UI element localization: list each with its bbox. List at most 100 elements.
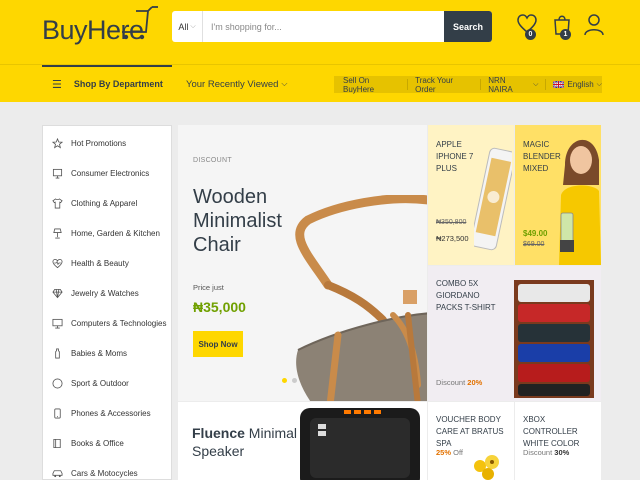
chevron-down-icon: ⌵ bbox=[281, 79, 288, 88]
sidebar-item-consumer-electronics[interactable]: Consumer Electronics bbox=[43, 158, 171, 188]
sell-on-link[interactable]: Sell On BuyHere bbox=[343, 76, 400, 94]
tile-title: Xbox Controller White Color bbox=[523, 415, 580, 448]
woman-with-blender-image bbox=[559, 139, 601, 265]
sidebar-item-label: Phones & Accessories bbox=[71, 408, 151, 418]
currency-dropdown[interactable]: NRN NAIRA ⌵ bbox=[488, 75, 539, 94]
sidebar-item-label: Babies & Moms bbox=[71, 348, 128, 358]
ball-icon bbox=[43, 378, 71, 389]
sidebar-item-label: Sport & Outdoor bbox=[71, 378, 129, 388]
sidebar-item-label: Clothing & Apparel bbox=[71, 198, 138, 208]
search-bar: All⌵ Search bbox=[172, 11, 492, 42]
sidebar-item-home-garden[interactable]: Home, Garden & Kitchen bbox=[43, 218, 171, 248]
carousel-dot[interactable] bbox=[292, 378, 297, 383]
search-button[interactable]: Search bbox=[444, 11, 492, 42]
shop-by-department-button[interactable]: ☰ Shop By Department bbox=[42, 65, 172, 103]
currency-label: NRN NAIRA bbox=[488, 75, 513, 94]
user-account-icon[interactable] bbox=[583, 12, 605, 38]
discount-label: Discount bbox=[523, 448, 553, 457]
topbar-links: Sell On BuyHere Track Your Order NRN NAI… bbox=[334, 75, 602, 94]
tile-discount: Discount 20% bbox=[436, 378, 482, 387]
shirt-icon bbox=[43, 197, 71, 209]
sidebar-item-health-beauty[interactable]: Health & Beauty bbox=[43, 248, 171, 278]
speaker-image bbox=[300, 408, 420, 480]
chevron-down-icon: ⌵ bbox=[533, 80, 539, 88]
sidebar-item-sport[interactable]: Sport & Outdoor bbox=[43, 368, 171, 398]
sidebar-item-label: Consumer Electronics bbox=[71, 168, 150, 178]
recently-viewed-label: Your Recently Viewed bbox=[186, 78, 279, 90]
speaker-title: Fluence Minimal Speaker bbox=[192, 424, 297, 460]
tile-title: Combo 5X Giordano Packs T-Shirt bbox=[436, 279, 496, 312]
sidebar-item-clothing[interactable]: Clothing & Apparel bbox=[43, 188, 171, 218]
tile-discount: 25% Off bbox=[436, 448, 463, 457]
diamond-icon bbox=[43, 288, 71, 299]
header: BuyHere All⌵ Search 0 1 bbox=[0, 0, 640, 64]
flowers-image bbox=[474, 455, 499, 480]
language-label: English bbox=[567, 80, 594, 89]
promo-tile-tshirt[interactable]: Combo 5X Giordano Packs T-Shirt Discount… bbox=[428, 266, 601, 401]
carousel-dot[interactable] bbox=[282, 378, 287, 383]
promo-tile-iphone[interactable]: Apple iPhone 7 Plus ₦350,800 ₦273,500 bbox=[428, 125, 514, 265]
promo-tile-blender[interactable]: Magic Blender Mixed $49.00 $69.00 bbox=[515, 125, 601, 265]
sidebar-item-phones[interactable]: Phones & Accessories bbox=[43, 398, 171, 428]
desktop-icon bbox=[43, 318, 71, 329]
old-price: $69.00 bbox=[523, 241, 545, 248]
promo-tile-xbox[interactable]: Xbox Controller White Color Discount 30% bbox=[515, 402, 601, 480]
sidebar-item-label: Health & Beauty bbox=[71, 258, 129, 268]
sidebar-item-hot-promotions[interactable]: Hot Promotions bbox=[43, 128, 171, 158]
car-icon bbox=[43, 468, 71, 479]
speaker-title-line2: Speaker bbox=[192, 443, 245, 459]
search-input[interactable] bbox=[203, 11, 444, 42]
chevron-down-icon: ⌵ bbox=[596, 80, 602, 88]
promo-tile-voucher[interactable]: Voucher Body Care at Bratus Spa 25% Off bbox=[428, 402, 514, 480]
language-dropdown[interactable]: English ⌵ bbox=[553, 76, 602, 93]
speaker-title-bold: Fluence bbox=[192, 425, 245, 441]
tile-title: Apple iPhone 7 Plus bbox=[436, 140, 474, 173]
tile-discount: Discount 30% bbox=[523, 448, 569, 457]
sidebar-item-books[interactable]: Books & Office bbox=[43, 428, 171, 458]
logo-cart-icon bbox=[122, 6, 158, 40]
discount-value: 20% bbox=[467, 378, 483, 387]
iphone-image bbox=[474, 147, 512, 251]
star-icon bbox=[43, 137, 71, 149]
monitor-icon bbox=[43, 168, 71, 179]
promo-tile-speaker[interactable]: Fluence Minimal Speaker bbox=[178, 402, 427, 480]
discount-label: Discount bbox=[436, 378, 466, 387]
sidebar-item-jewelry[interactable]: Jewelry & Watches bbox=[43, 278, 171, 308]
uk-flag-icon bbox=[553, 81, 565, 88]
bottle-icon bbox=[43, 348, 71, 359]
shop-now-button[interactable]: Shop Now bbox=[193, 331, 243, 357]
hero-price: ₦35,000 bbox=[193, 299, 246, 315]
new-price: $49.00 bbox=[523, 229, 548, 238]
lamp-icon bbox=[43, 228, 71, 239]
phone-icon bbox=[43, 408, 71, 419]
discount-label: Off bbox=[453, 448, 463, 457]
carousel-dots bbox=[282, 378, 297, 383]
cart-count-badge: 1 bbox=[560, 29, 571, 40]
tile-title: Voucher Body Care at Bratus Spa bbox=[436, 415, 504, 448]
department-sidebar: Hot Promotions Consumer Electronics Clot… bbox=[42, 125, 172, 480]
hero-banner[interactable]: DISCOUNT Wooden Minimalist Chair Price j… bbox=[178, 125, 427, 401]
sidebar-item-label: Books & Office bbox=[71, 438, 124, 448]
sidebar-item-label: Computers & Technologies bbox=[71, 318, 167, 328]
new-price: ₦273,500 bbox=[436, 234, 469, 243]
heart-pulse-icon bbox=[43, 258, 71, 269]
navbar: ☰ Shop By Department Your Recently Viewe… bbox=[0, 64, 640, 102]
hero-price-prefix: Price just bbox=[193, 283, 224, 292]
sidebar-item-label: Jewelry & Watches bbox=[71, 288, 139, 298]
sidebar-item-cars[interactable]: Cars & Motocycles bbox=[43, 458, 171, 479]
discount-badge: DISCOUNT bbox=[193, 157, 232, 164]
discount-value: 30% bbox=[554, 448, 570, 457]
search-category-select[interactable]: All ⌵ bbox=[172, 11, 203, 42]
search-category-label: All bbox=[178, 21, 189, 32]
sidebar-item-label: Hot Promotions bbox=[71, 138, 127, 148]
sidebar-item-babies[interactable]: Babies & Moms bbox=[43, 338, 171, 368]
shop-by-department-label: Shop By Department bbox=[73, 79, 163, 89]
sidebar-item-computers[interactable]: Computers & Technologies bbox=[43, 308, 171, 338]
divider bbox=[407, 79, 409, 90]
track-order-link[interactable]: Track Your Order bbox=[415, 76, 473, 94]
sidebar-item-label: Home, Garden & Kitchen bbox=[71, 228, 160, 238]
wishlist-count-badge: 0 bbox=[525, 29, 536, 40]
recently-viewed-dropdown[interactable]: Your Recently Viewed ⌵ bbox=[186, 65, 288, 103]
book-icon bbox=[43, 438, 71, 449]
tshirt-stack-image bbox=[514, 280, 594, 398]
